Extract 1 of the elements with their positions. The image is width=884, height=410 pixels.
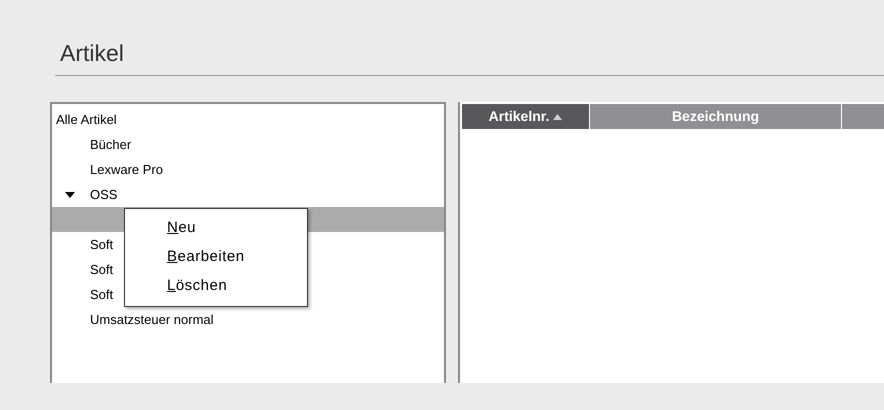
page-title: Artikel bbox=[59, 39, 124, 68]
